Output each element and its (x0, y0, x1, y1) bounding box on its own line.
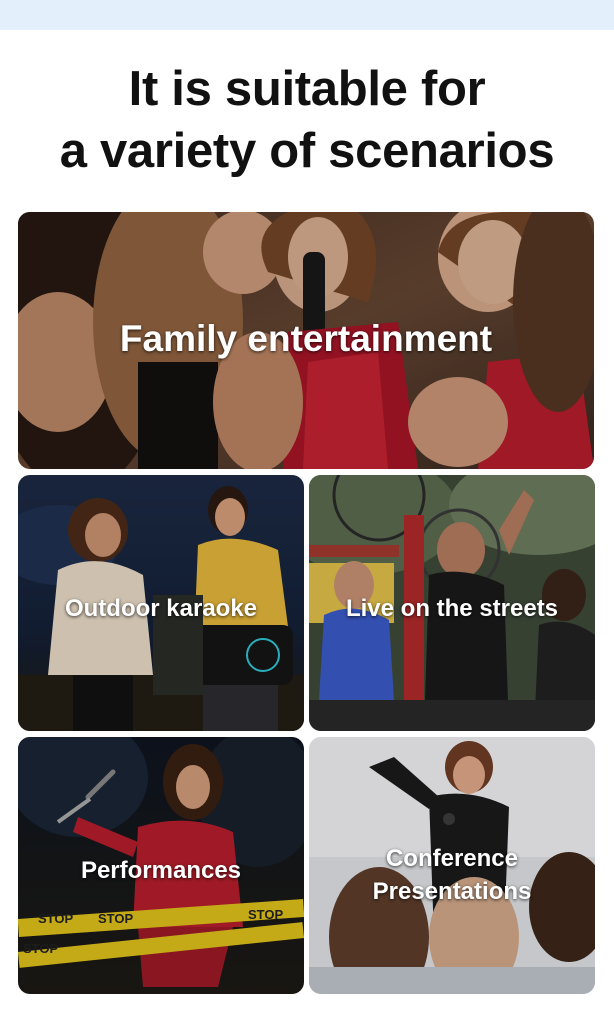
performances-label: Performances (80, 857, 242, 884)
scenario-card-live-on-the-streets[interactable]: Live on the streets (309, 475, 595, 731)
page-title: It is suitable for a variety of scenario… (0, 58, 614, 182)
conference-presentations-label-line-2: Presentations (372, 878, 532, 905)
live-on-the-streets-label: Live on the streets (345, 595, 559, 622)
outdoor-karaoke-label: Outdoor karaoke (64, 595, 258, 622)
conference-presentations-label: Conference Presentations (309, 842, 595, 908)
conference-presentations-label-line-1: Conference (385, 845, 519, 872)
scenario-card-performances[interactable]: STOP STOP STOP STOP Performances (18, 737, 304, 994)
scenario-card-family-entertainment[interactable]: Family entertainment (18, 212, 594, 469)
top-band (0, 0, 614, 30)
page-title-line-1: It is suitable for (128, 62, 486, 116)
scenario-card-outdoor-karaoke[interactable]: Outdoor karaoke (18, 475, 304, 731)
family-entertainment-label: Family entertainment (119, 318, 493, 359)
scenario-card-conference-presentations[interactable]: Conference Presentations (309, 737, 595, 994)
page-title-line-2: a variety of scenarios (59, 124, 555, 178)
